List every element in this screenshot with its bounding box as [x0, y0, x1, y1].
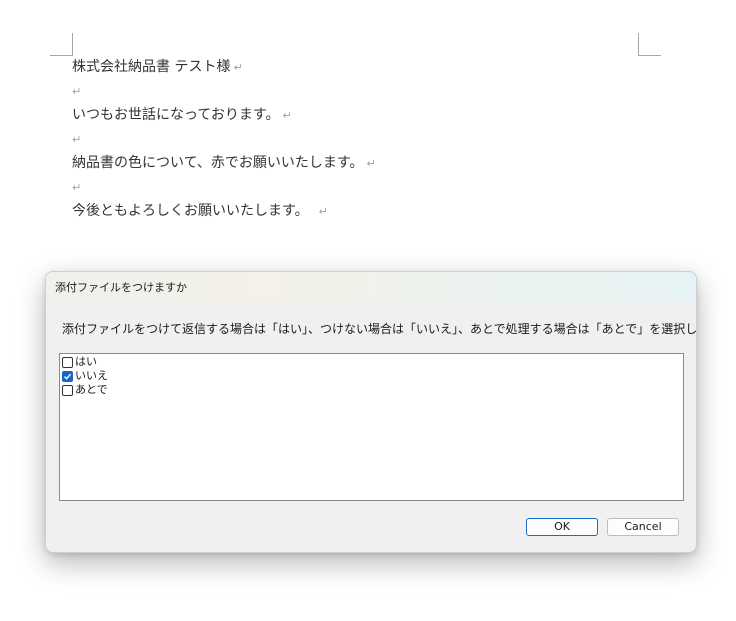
document-line: 株式会社納品書 テスト様 ↵: [72, 57, 652, 81]
document-line: ↵: [72, 177, 652, 201]
checkmark-icon: [64, 373, 72, 380]
paragraph-mark-icon: ↵: [282, 109, 292, 122]
checkbox-checked[interactable]: [62, 370, 73, 382]
attachment-dialog: 添付ファイルをつけますか 添付ファイルをつけて返信する場合は「はい」、つけない場…: [45, 271, 697, 553]
checkbox[interactable]: [62, 384, 73, 396]
line-text: いつもお世話になっております。: [72, 107, 280, 123]
crop-mark-top-right: [638, 33, 661, 56]
paragraph-mark-icon: ↵: [233, 61, 243, 74]
paragraph-mark-icon: ↵: [366, 157, 376, 170]
crop-mark-top-left: [50, 33, 73, 56]
line-text: 株式会社納品書 テスト様: [72, 59, 231, 75]
option-item-yes[interactable]: はい: [60, 355, 683, 369]
dialog-titlebar[interactable]: 添付ファイルをつけますか: [46, 272, 696, 302]
cancel-button[interactable]: Cancel: [607, 518, 679, 536]
paragraph-mark-icon: ↵: [72, 133, 82, 146]
dialog-title: 添付ファイルをつけますか: [55, 281, 187, 294]
option-label: あとで: [75, 383, 108, 396]
paragraph-mark-icon: ↵: [72, 85, 82, 98]
option-item-no[interactable]: いいえ: [60, 369, 683, 383]
document-line: 納品書の色について、赤でお願いいたします。 ↵: [72, 153, 652, 177]
options-listbox[interactable]: はい いいえ あとで: [59, 353, 684, 501]
dialog-message: 添付ファイルをつけて返信する場合は「はい」、つけない場合は「いいえ」、あとで処理…: [62, 322, 697, 336]
document-line: ↵: [72, 129, 652, 153]
ok-button[interactable]: OK: [526, 518, 598, 536]
line-text: 今後ともよろしくお願いいたします。: [72, 203, 309, 219]
option-label: いいえ: [75, 369, 108, 382]
paragraph-mark-icon: ↵: [72, 181, 82, 194]
document-line: ↵: [72, 81, 652, 105]
document-line: いつもお世話になっております。 ↵: [72, 105, 652, 129]
checkbox[interactable]: [62, 356, 73, 368]
paragraph-mark-icon: ↵: [318, 205, 328, 218]
document-line: 今後ともよろしくお願いいたします。 ↵: [72, 201, 652, 225]
line-text: 納品書の色について、赤でお願いいたします。: [72, 155, 364, 171]
document-body[interactable]: 株式会社納品書 テスト様 ↵ ↵ いつもお世話になっております。 ↵ ↵ 納品書の色…: [72, 57, 652, 225]
option-item-later[interactable]: あとで: [60, 383, 683, 397]
option-label: はい: [75, 355, 97, 368]
